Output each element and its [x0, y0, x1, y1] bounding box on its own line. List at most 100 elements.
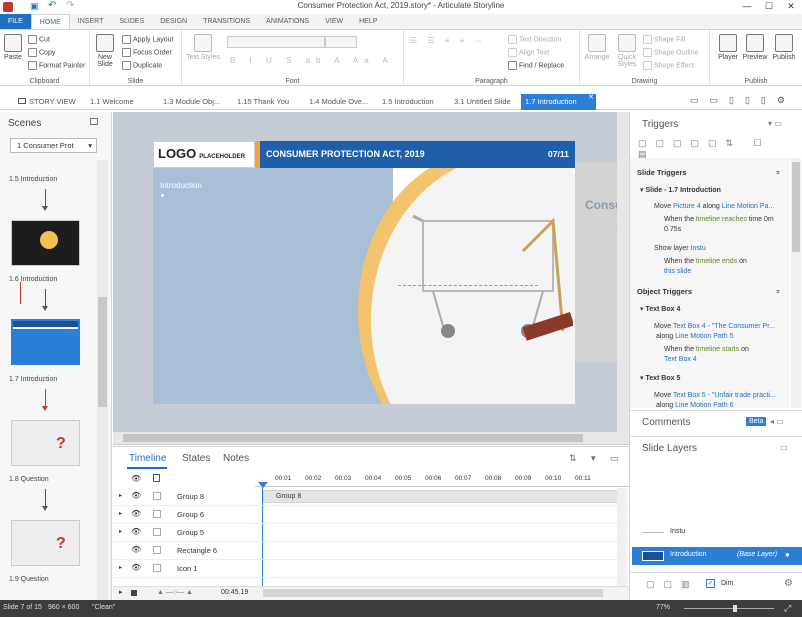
stop-button[interactable] [131, 590, 137, 596]
device-view-icons[interactable]: ▭▭▯▯▯⚙ [690, 95, 796, 106]
player-button[interactable]: Player [716, 34, 740, 61]
publish-button[interactable]: Publish [770, 34, 798, 61]
tab-states[interactable]: States [182, 453, 210, 464]
close-button[interactable]: ✕ [780, 0, 802, 13]
object-group-tb4[interactable]: ▾ Text Box 4 [640, 305, 680, 313]
collapse-icon[interactable]: ⌅ [775, 287, 781, 295]
timeline-row[interactable]: ▸ 👁 Icon 1 [113, 560, 629, 578]
zoom-thumb[interactable] [733, 605, 737, 612]
comments-controls[interactable]: ◂ ▭ [770, 417, 784, 426]
expand-icon[interactable]: ▸ [119, 528, 122, 535]
expand-icon[interactable]: ▸ [119, 492, 122, 499]
timeline-row[interactable]: 👁 Rectangle 6 [113, 542, 629, 560]
slide-thumb-1-7[interactable] [11, 319, 80, 365]
visibility-icon[interactable]: 👁 [131, 527, 141, 536]
tab-slide-1-1[interactable]: 1.1 Welcome [86, 94, 138, 110]
collapse-icon[interactable]: ⌅ [775, 168, 781, 176]
maximize-button[interactable]: ☐ [758, 0, 780, 13]
scroll-thumb[interactable] [98, 297, 107, 407]
play-button[interactable]: ▸ [119, 588, 123, 596]
preview-button[interactable]: Preview [742, 34, 768, 61]
timeline-row[interactable]: ▸ 👁 Group 6 [113, 506, 629, 524]
new-slide-button[interactable]: New Slide [93, 34, 117, 68]
layer-tools-icons[interactable]: ▢▢▥ [646, 579, 699, 590]
paste-button[interactable]: Paste [2, 34, 24, 61]
shape-fill-button[interactable]: Shape Fill [643, 35, 685, 44]
tab-insert[interactable]: INSERT [70, 14, 112, 29]
triggers-panel-controls[interactable]: ▾ ▭ [768, 119, 782, 128]
shape-outline-button[interactable]: Shape Outline [643, 48, 698, 57]
trigger-2[interactable]: Show layer Instu [654, 245, 706, 252]
scenes-panel-icon[interactable] [90, 118, 98, 125]
find-replace-button[interactable]: Find / Replace [508, 61, 564, 70]
tab-slides[interactable]: SLIDES [111, 14, 152, 29]
tab-animations[interactable]: ANIMATIONS [258, 14, 317, 29]
tab-timeline[interactable]: Timeline [129, 453, 166, 464]
layer-instu[interactable]: Instu [670, 528, 685, 535]
tab-slide-1-7[interactable]: 1.7 Introduction ✕ [521, 94, 596, 110]
timeline-hscroll-thumb[interactable] [263, 589, 603, 597]
lock-checkbox[interactable] [153, 564, 161, 572]
tab-slide-1-15[interactable]: 1.15 Thank You [233, 94, 293, 110]
font-size-select[interactable] [325, 36, 357, 48]
slide-thumb-1-9[interactable]: ? [11, 520, 80, 566]
layers-controls[interactable]: ▭ [780, 443, 788, 452]
font-family-select[interactable] [227, 36, 325, 48]
tab-slide-1-5[interactable]: 1.5 Introduction [378, 94, 438, 110]
tab-notes[interactable]: Notes [223, 453, 249, 464]
object-group-tb5[interactable]: ▾ Text Box 5 [640, 374, 680, 382]
timeline-row[interactable]: ▸ 👁 Group 5 [113, 524, 629, 542]
format-painter-button[interactable]: Format Painter [28, 61, 85, 70]
eye-icon[interactable]: ● [785, 550, 790, 559]
copy-button[interactable]: Copy [28, 48, 55, 57]
cut-button[interactable]: Cut [28, 35, 50, 44]
text-styles-button[interactable]: Text Styles [186, 34, 220, 61]
close-tab-icon[interactable]: ✕ [588, 90, 594, 106]
tab-help[interactable]: HELP [351, 14, 385, 29]
row-bar[interactable]: Group 8 [263, 490, 619, 503]
tab-home[interactable]: HOME [30, 14, 70, 29]
quick-styles-button[interactable]: Quick Styles [614, 34, 640, 68]
zoom-slider[interactable]: ▲ —○— ▲ [157, 589, 193, 596]
scene-dropdown[interactable]: 1 Consumer Prot ▾ [10, 138, 97, 153]
tab-file[interactable]: FILE [0, 14, 31, 29]
lock-checkbox[interactable] [153, 528, 161, 536]
triggers-vscroll-thumb[interactable] [792, 162, 800, 252]
dim-checkbox[interactable]: ✓ [706, 579, 715, 588]
timeline-vscroll[interactable] [617, 488, 627, 586]
slide-thumb-1-8[interactable]: ? [11, 420, 80, 466]
tab-view[interactable]: VIEW [317, 14, 351, 29]
tab-slide-1-3[interactable]: 1.3 Module Obj... [159, 94, 224, 110]
timeline-options-icons[interactable]: ⇅ ▾ ▭ [569, 453, 625, 464]
timeline-row[interactable]: ▸ 👁 Group 8 Group 8 [113, 488, 629, 506]
lock-checkbox[interactable] [153, 546, 161, 554]
gear-icon[interactable]: ⚙ [784, 578, 793, 589]
text-direction-button[interactable]: Text Direction [508, 35, 561, 44]
tab-transitions[interactable]: TRANSITIONS [195, 14, 258, 29]
tab-design[interactable]: DESIGN [152, 14, 195, 29]
lock-checkbox[interactable] [153, 492, 161, 500]
apply-layout-button[interactable]: Apply Layout [122, 35, 173, 44]
minimize-button[interactable]: — [736, 0, 758, 13]
tab-slide-1-4[interactable]: 1.4 Module Ove... [305, 94, 372, 110]
tab-story-view[interactable]: STORY VIEW [14, 94, 80, 110]
visibility-icon[interactable]: 👁 [131, 545, 141, 554]
trigger-4[interactable]: Move Text Box 5 - "Unfair trade practi..… [654, 392, 776, 399]
visibility-icon[interactable]: 👁 [131, 509, 141, 518]
slide-canvas[interactable]: LOGO PLACEHOLDER CONSUMER PROTECTION ACT,… [153, 141, 575, 404]
slide-thumb-1-6[interactable] [11, 220, 80, 266]
zoom-slider[interactable] [684, 608, 774, 609]
slide-trigger-group[interactable]: ▾ Slide - 1.7 Introduction [640, 186, 721, 194]
eye-header-icon[interactable]: 👁 [131, 474, 141, 483]
lock-header-icon[interactable] [153, 474, 160, 482]
trigger-1[interactable]: Move Picture 4 along Line Motion Pa... [654, 203, 774, 210]
expand-icon[interactable]: ▸ [119, 510, 122, 517]
shape-effect-button[interactable]: Shape Effect [643, 61, 694, 70]
stage-hscroll-thumb[interactable] [123, 434, 583, 442]
fit-window-icon[interactable]: ⤢ [784, 603, 791, 614]
stage-vscroll[interactable] [617, 112, 629, 432]
tab-slide-3-1[interactable]: 3.1 Untitled Slide [450, 94, 515, 110]
align-text-button[interactable]: Align Text [508, 48, 549, 57]
visibility-icon[interactable]: 👁 [131, 491, 141, 500]
expand-icon[interactable]: ▸ [119, 564, 122, 571]
